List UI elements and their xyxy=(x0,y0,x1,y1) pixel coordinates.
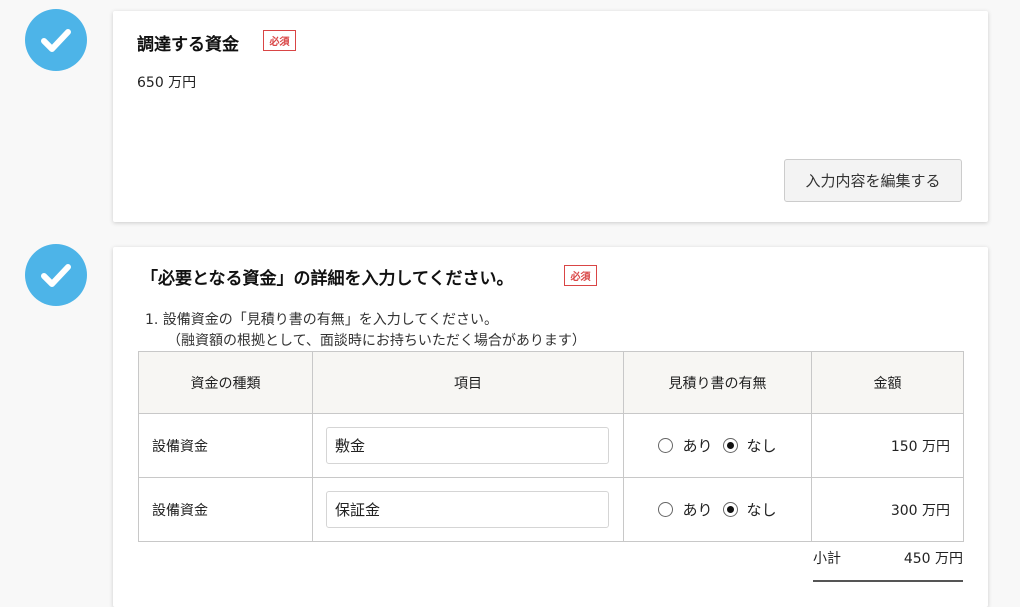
table-header-row: 資金の種類 項目 見積り書の有無 金額 xyxy=(138,351,964,414)
header-amount: 金額 xyxy=(811,351,964,414)
header-fund-type: 資金の種類 xyxy=(138,351,313,414)
required-badge: 必須 xyxy=(564,265,597,286)
section-title: 調達する資金 xyxy=(137,35,239,55)
header-item: 項目 xyxy=(312,351,624,414)
edit-input-button[interactable]: 入力内容を編集する xyxy=(784,159,962,202)
amount-cell: 300 万円 xyxy=(811,477,964,542)
radio-selected-icon[interactable] xyxy=(722,502,738,517)
radio-label: なし xyxy=(746,501,777,519)
table-row: 設備資金 あり なし 150 万円 xyxy=(138,413,964,478)
radio-option-no[interactable]: なし xyxy=(722,499,777,520)
required-badge: 必須 xyxy=(263,30,296,51)
funding-amount-card: 調達する資金 必須 650 万円 入力内容を編集する xyxy=(113,11,988,222)
section-title: 「必要となる資金」の詳細を入力してください。 xyxy=(141,269,514,289)
instruction-note: （融資額の根拠として、面談時にお持ちいただく場合があります） xyxy=(167,333,586,349)
instruction-text: 1. 設備資金の「見積り書の有無」を入力してください。 xyxy=(145,312,498,328)
radio-unselected-icon[interactable] xyxy=(658,502,674,517)
table-row: 設備資金 あり なし 300 万円 xyxy=(138,477,964,542)
radio-label: あり xyxy=(682,437,713,455)
step-complete-checkmark-icon xyxy=(25,244,87,306)
radio-selected-icon[interactable] xyxy=(722,438,738,453)
funds-table: 資金の種類 項目 見積り書の有無 金額 設備資金 あり xyxy=(138,351,964,542)
radio-label: あり xyxy=(682,501,713,519)
subtotal-label: 小計 xyxy=(813,551,841,567)
amount-cell: 150 万円 xyxy=(811,413,964,478)
estimate-radio-group: あり なし xyxy=(624,499,811,520)
header-estimate: 見積り書の有無 xyxy=(623,351,812,414)
step-complete-checkmark-icon xyxy=(25,9,87,71)
estimate-radio-group: あり なし xyxy=(624,435,811,456)
item-input[interactable] xyxy=(326,427,609,464)
required-funds-detail-card: 「必要となる資金」の詳細を入力してください。 必須 1. 設備資金の「見積り書の… xyxy=(113,247,988,607)
funding-amount-value: 650 万円 xyxy=(137,75,197,91)
fund-type-cell: 設備資金 xyxy=(138,477,313,542)
radio-option-yes[interactable]: あり xyxy=(658,435,713,456)
radio-option-no[interactable]: なし xyxy=(722,435,777,456)
subtotal: 小計 450 万円 xyxy=(813,548,963,582)
radio-unselected-icon[interactable] xyxy=(658,438,674,453)
radio-label: なし xyxy=(746,437,777,455)
fund-type-cell: 設備資金 xyxy=(138,413,313,478)
item-input[interactable] xyxy=(326,491,609,528)
radio-option-yes[interactable]: あり xyxy=(658,499,713,520)
subtotal-value: 450 万円 xyxy=(903,551,963,567)
